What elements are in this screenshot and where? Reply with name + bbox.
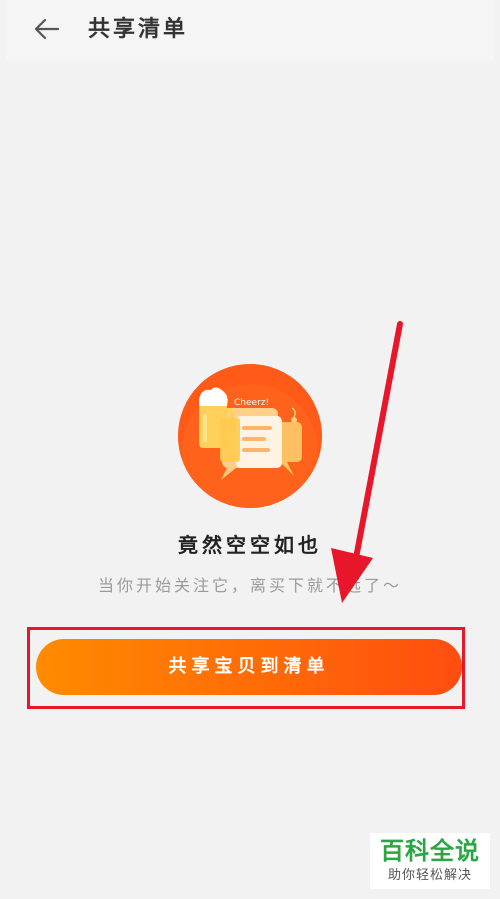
watermark-subtitle: 助你轻松解决 (387, 868, 472, 883)
back-button[interactable] (30, 14, 64, 44)
page-title: 共享清单 (88, 17, 189, 42)
watermark-logo: 百科全说 助你轻松解决 (370, 833, 490, 889)
top-app-bar: 共享清单 (6, 0, 494, 60)
share-to-list-button[interactable]: 共享宝贝到清单 (36, 639, 462, 695)
empty-state-illustration: Cheerz! (178, 364, 322, 508)
empty-state-title: 竟然空空如也 (178, 533, 322, 557)
illustration-caption: Cheerz! (234, 398, 269, 408)
arrow-left-icon (34, 18, 60, 40)
cheers-chat-illustration-icon: Cheerz! (178, 364, 322, 508)
empty-state-subtitle: 当你开始关注它，离买下就不远了～ (97, 576, 402, 595)
watermark-title: 百科全说 (380, 837, 480, 865)
